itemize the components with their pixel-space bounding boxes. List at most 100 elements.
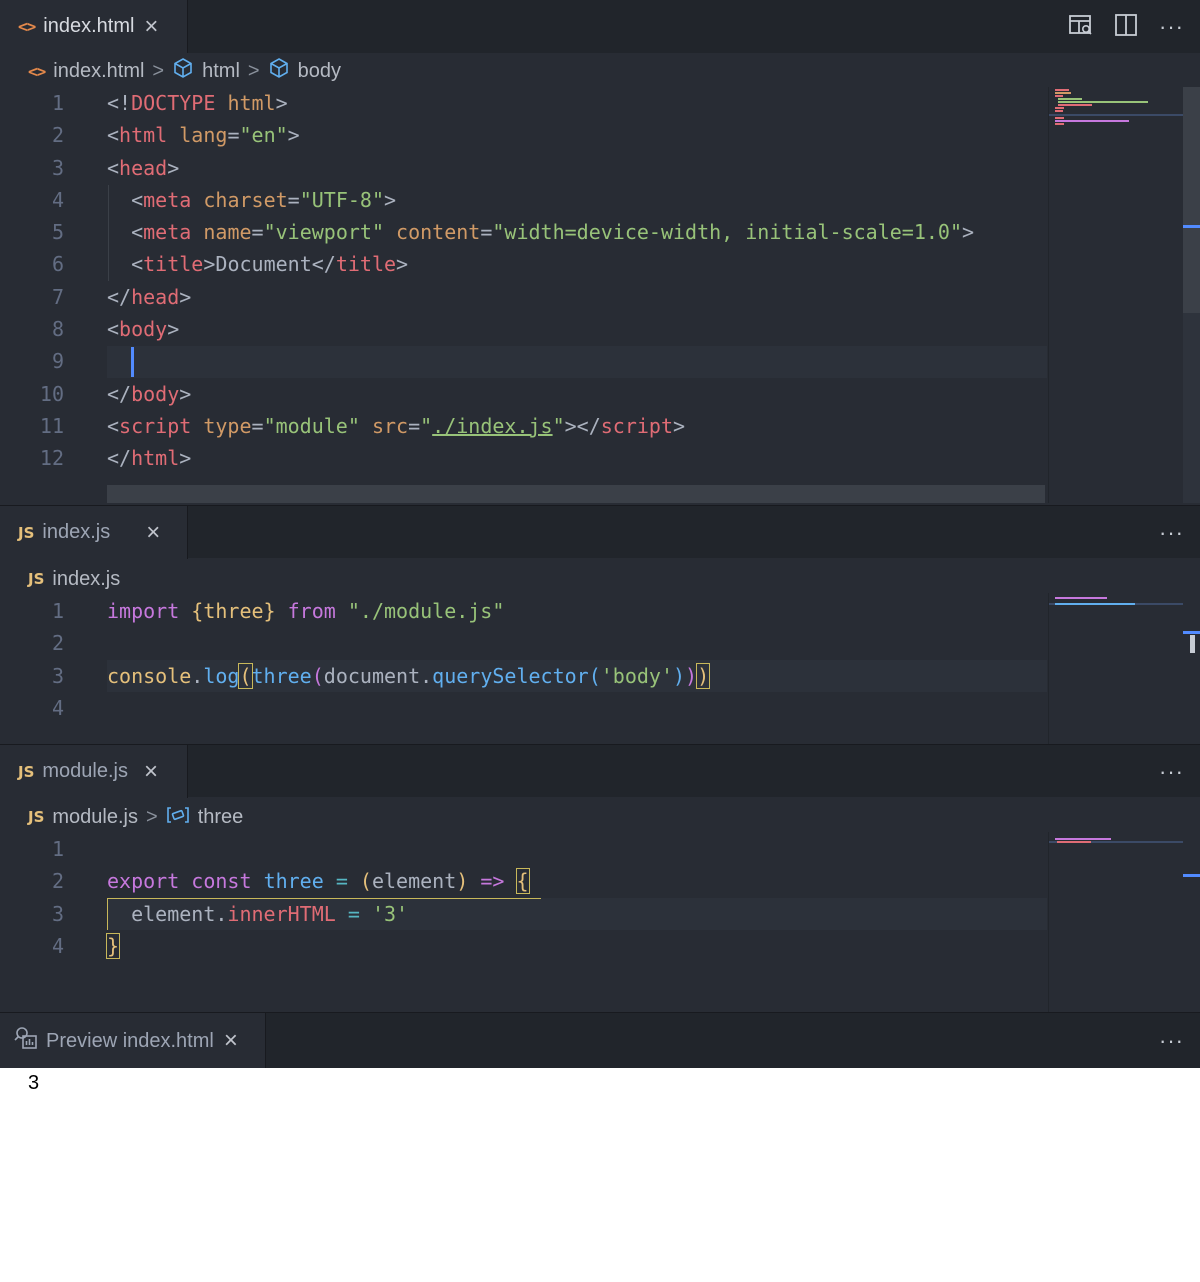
open-preview-icon[interactable]: [1069, 14, 1093, 40]
minimap[interactable]: [1048, 87, 1184, 503]
more-actions-icon[interactable]: ···: [1159, 521, 1184, 544]
tab-index-js[interactable]: JS index.js ×: [0, 506, 188, 559]
code-line[interactable]: 1 import {three} from "./module.js": [0, 595, 1045, 627]
code-line[interactable]: 3 console.log(three(document.querySelecto…: [0, 660, 1045, 692]
code-line[interactable]: 5 <meta name="viewport" content="width=d…: [0, 216, 1045, 248]
vertical-scrollbar[interactable]: [1183, 87, 1200, 503]
chevron-right-icon: >: [247, 59, 260, 82]
breadcrumb-item[interactable]: body: [298, 60, 341, 83]
scroll-position-marker: [1183, 225, 1200, 228]
code-token: three: [251, 663, 312, 688]
code-token: ): [685, 663, 698, 688]
code-line[interactable]: 6 <title>Document</title>: [0, 248, 1045, 280]
code-line[interactable]: 8 <body>: [0, 313, 1045, 345]
code-area[interactable]: 1 <!DOCTYPE html> 2 <html lang="en"> 3 <head>…: [0, 87, 1045, 475]
code-token: >: [673, 413, 686, 438]
close-icon[interactable]: ×: [144, 14, 158, 39]
code-token: ></: [564, 413, 601, 438]
line-number: 2: [51, 869, 64, 894]
code-token: <: [107, 155, 120, 180]
code-token: lang: [179, 123, 228, 148]
scroll-thumb[interactable]: [1190, 635, 1195, 653]
tab-index-html[interactable]: <> index.html ×: [0, 0, 188, 53]
breadcrumb-item[interactable]: index.html: [53, 60, 144, 83]
code-token: >: [179, 284, 192, 309]
code-line[interactable]: 2: [0, 627, 1045, 659]
line-number: 7: [51, 284, 64, 309]
line-text: <body>: [107, 313, 179, 345]
code-line[interactable]: 4 <meta charset="UTF-8">: [0, 184, 1045, 216]
breadcrumb-item[interactable]: module.js: [52, 806, 138, 829]
code-line[interactable]: 4: [0, 692, 1045, 724]
line-number: 1: [51, 599, 64, 623]
line-text: <title>Document</title>: [107, 248, 408, 280]
code-line[interactable]: 10 </body>: [0, 378, 1045, 410]
code-area[interactable]: 1 import {three} from "./module.js" 2 3 cons…: [0, 595, 1045, 724]
code-token: log: [203, 663, 240, 688]
code-token: title: [143, 252, 204, 277]
tab-bar: Preview index.html × ···: [0, 1012, 1200, 1069]
code-area[interactable]: 1 2 export const three = (element) => {3 e…: [0, 833, 1045, 962]
minimap[interactable]: [1048, 593, 1184, 744]
line-number: 3: [51, 901, 64, 926]
code-line[interactable]: 9: [0, 345, 1045, 377]
code-token: ": [420, 413, 433, 438]
split-editor-icon[interactable]: [1115, 13, 1137, 40]
code-token: head: [119, 155, 168, 180]
tab-module-js[interactable]: JS module.js ×: [0, 745, 188, 798]
breadcrumb-item[interactable]: index.js: [52, 568, 120, 591]
editor-pane-index-js: JS index.js × ··· JS index.js 1 import {t…: [0, 505, 1200, 744]
line-number: 1: [51, 91, 64, 115]
code-line[interactable]: 1: [0, 833, 1045, 865]
code-line[interactable]: 1 <!DOCTYPE html>: [0, 87, 1045, 119]
preview-content: 3: [0, 1068, 1200, 1282]
code-token: html: [119, 123, 168, 148]
code-line[interactable]: 7 </head>: [0, 281, 1045, 313]
close-icon[interactable]: ×: [224, 1029, 238, 1053]
editor-actions: ···: [1069, 0, 1200, 53]
vertical-scrollbar[interactable]: [1183, 593, 1200, 744]
close-icon[interactable]: ×: [144, 759, 158, 784]
code-line[interactable]: 2 <html lang="en">: [0, 119, 1045, 151]
code-token: (: [238, 662, 253, 689]
code-line[interactable]: 11 <script type="module" src="./index.js"…: [0, 410, 1045, 442]
scroll-thumb[interactable]: [1183, 87, 1200, 313]
code-token: meta: [143, 187, 192, 212]
line-number: 2: [51, 123, 64, 148]
breadcrumb: JS module.js > three: [28, 803, 243, 831]
breadcrumb-item[interactable]: html: [202, 60, 240, 83]
code-line[interactable]: 3 element.innerHTML = '3': [0, 898, 1045, 930]
code-line[interactable]: 2 export const three = (element) => {: [0, 865, 1045, 897]
code-line[interactable]: 12 </html>: [0, 442, 1045, 474]
breadcrumb-item[interactable]: three: [198, 806, 244, 829]
code-line[interactable]: 3 <head>: [0, 152, 1045, 184]
code-token: ): [696, 662, 711, 689]
code-token: element.: [107, 901, 228, 926]
scroll-position-marker: [1183, 631, 1200, 634]
vertical-scrollbar[interactable]: [1183, 832, 1200, 1012]
line-text: </html>: [107, 442, 191, 474]
more-actions-icon[interactable]: ···: [1159, 760, 1184, 783]
code-token: type: [203, 413, 252, 438]
code-token: "width=device-width, initial-scale=1.0": [492, 220, 962, 245]
more-actions-icon[interactable]: ···: [1159, 15, 1184, 38]
code-line[interactable]: 4}: [0, 930, 1045, 962]
minimap[interactable]: [1048, 832, 1184, 1012]
code-token: .: [191, 663, 204, 688]
tab-preview-index-html[interactable]: Preview index.html ×: [0, 1013, 266, 1069]
js-file-icon: JS: [18, 523, 35, 542]
horizontal-scrollbar[interactable]: [107, 485, 1045, 503]
code-token: <: [107, 317, 120, 342]
code-token: export: [107, 869, 180, 894]
code-token: <: [131, 187, 144, 212]
tab-bar: <> index.html × ···: [0, 0, 1200, 53]
line-number: 10: [39, 381, 64, 406]
variable-symbol-icon: [166, 806, 190, 828]
line-number: 1: [51, 837, 64, 861]
close-icon[interactable]: ×: [146, 520, 160, 545]
more-actions-icon[interactable]: ···: [1159, 1030, 1184, 1052]
